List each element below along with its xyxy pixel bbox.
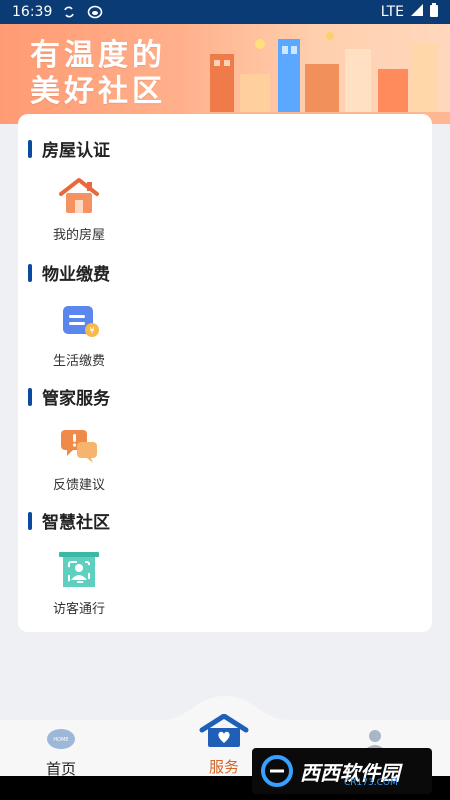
section-title: 管家服务 xyxy=(42,389,110,409)
service-label: 生活缴费 xyxy=(52,354,105,369)
section-header: 物业缴费 xyxy=(28,260,110,285)
service-label: 反馈建议 xyxy=(52,478,105,493)
section-header: 智慧社区 xyxy=(28,508,110,533)
section-marker xyxy=(28,263,32,282)
feedback-chat-icon xyxy=(57,424,101,468)
bill-payment-icon: ¥ xyxy=(57,300,101,344)
city-illustration xyxy=(200,32,450,124)
service-label: 访客通行 xyxy=(52,602,105,617)
nav-home[interactable]: HOME 首页 xyxy=(46,728,76,779)
app-notification-icon xyxy=(86,5,104,19)
section-marker xyxy=(28,511,32,530)
community-banner[interactable]: 有温度的 美好社区 xyxy=(0,24,450,124)
nav-service[interactable]: 服务 xyxy=(198,713,250,777)
svg-text:¥: ¥ xyxy=(89,326,94,335)
network-type: LTE xyxy=(380,4,404,20)
watermark-logo-icon xyxy=(261,755,293,787)
status-bar: 16:39 LTE xyxy=(0,0,450,24)
banner-slogan-line1: 有温度的 xyxy=(30,38,166,73)
service-card: 房屋认证 我的房屋 物业缴费 ¥ 生活缴费 管家服务 反馈建议 智慧社区 访客通… xyxy=(18,114,432,632)
house-icon xyxy=(57,174,101,218)
service-my-house[interactable]: 我的房屋 xyxy=(44,174,114,243)
signal-icon xyxy=(410,3,424,21)
section-header: 房屋认证 xyxy=(28,136,110,161)
battery-icon xyxy=(430,3,438,21)
status-time: 16:39 xyxy=(12,4,53,20)
section-title: 智慧社区 xyxy=(42,513,110,533)
nav-service-label: 服务 xyxy=(208,758,239,776)
visitor-pass-icon xyxy=(57,548,101,592)
home-icon: HOME xyxy=(46,728,76,754)
section-title: 房屋认证 xyxy=(42,141,110,161)
section-marker xyxy=(28,387,32,406)
service-utility-payment[interactable]: ¥ 生活缴费 xyxy=(44,300,114,369)
banner-slogan-line2: 美好社区 xyxy=(30,74,166,109)
section-marker xyxy=(28,139,32,158)
section-title: 物业缴费 xyxy=(42,265,110,285)
watermark: 西西软件园 CR173.COM xyxy=(252,748,432,794)
service-feedback[interactable]: 反馈建议 xyxy=(44,424,114,493)
service-label: 我的房屋 xyxy=(52,228,105,243)
sync-icon xyxy=(60,5,78,19)
service-house-icon xyxy=(198,713,250,752)
watermark-subtext: CR173.COM xyxy=(344,778,398,788)
banner-slogan: 有温度的 美好社区 xyxy=(30,38,166,110)
section-header: 管家服务 xyxy=(28,384,110,409)
svg-text:HOME: HOME xyxy=(53,737,68,743)
service-visitor-pass[interactable]: 访客通行 xyxy=(44,548,114,617)
